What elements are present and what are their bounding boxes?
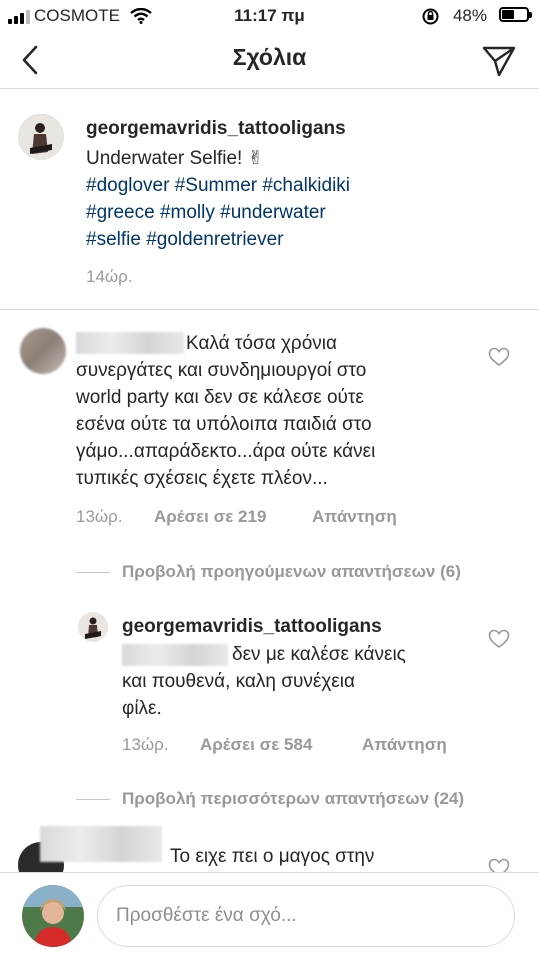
page-title: Σχόλια xyxy=(232,44,307,70)
likes-count[interactable]: Αρέσει σε 584 xyxy=(200,735,312,755)
view-more-replies-button[interactable]: Προβολή περισσότερων απαντήσεων (24) xyxy=(122,789,464,809)
caption-hashtags-3[interactable]: #selfie #goldenretriever xyxy=(86,226,284,253)
reply-text-line: φίλε. xyxy=(122,698,162,719)
reply-button[interactable]: Απάντηση xyxy=(362,735,447,755)
reply-button[interactable]: Απάντηση xyxy=(312,507,397,527)
avatar[interactable] xyxy=(78,612,108,642)
redacted-username xyxy=(76,332,184,354)
caption-text: Underwater Selfie! ✌ xyxy=(86,148,264,169)
heart-icon[interactable] xyxy=(488,347,510,367)
comment-text-line: γάμο...απαράδεκτο...άρα ούτε κάνει xyxy=(76,441,376,462)
thread-line xyxy=(76,572,110,573)
comment-time: 13ώρ. xyxy=(76,507,123,526)
battery-fill xyxy=(502,10,514,19)
paper-plane-icon[interactable] xyxy=(481,44,517,78)
comment-text-line: world party και δεν σε κάλεσε ούτε xyxy=(76,387,364,408)
comment-text-line: συνεργάτες και συνδημιουργοί στο xyxy=(76,360,367,381)
battery-percent: 48% xyxy=(452,6,487,25)
caption-time: 14ώρ. xyxy=(86,267,133,286)
heart-icon[interactable] xyxy=(488,629,510,649)
divider xyxy=(0,309,539,310)
likes-count[interactable]: Αρέσει σε 219 xyxy=(154,507,266,527)
reply-username[interactable]: georgemavridis_tattooligans xyxy=(122,616,382,638)
comment-text-line: Το ειχε πει ο μαγος στην xyxy=(170,846,375,867)
comment-text-line: εσένα ούτε τα υπόλοιπα παιδιά στο xyxy=(76,414,372,435)
caption-hashtags-1[interactable]: #doglover #Summer #chalkidiki xyxy=(86,172,350,199)
reply-time: 13ώρ. xyxy=(122,735,169,754)
orientation-lock-icon xyxy=(422,8,439,25)
caption-username[interactable]: georgemavridis_tattooligans xyxy=(86,118,346,140)
avatar xyxy=(22,885,84,947)
redacted-username xyxy=(40,826,162,862)
comment-composer xyxy=(0,872,539,961)
redacted-mention xyxy=(122,644,228,666)
reply-text-line: δεν με καλέσε κάνεις xyxy=(232,644,406,665)
comment-input[interactable] xyxy=(97,885,515,947)
comment-text-line: τυπικές σχέσεις έχετε πλέον... xyxy=(76,468,328,489)
view-previous-replies-button[interactable]: Προβολή προηγούμενων απαντήσεων (6) xyxy=(122,562,461,582)
status-bar: COSMOTE 11:17 πμ 48% xyxy=(0,0,539,32)
comment-text-line: Καλά τόσα χρόνια xyxy=(186,333,338,354)
avatar[interactable] xyxy=(18,114,64,160)
header: Σχόλια xyxy=(0,32,539,89)
battery-icon xyxy=(499,7,532,22)
reply-text-line: και πουθενά, καλη συνέχεια xyxy=(122,671,355,692)
avatar[interactable] xyxy=(20,328,66,374)
caption-hashtags-2[interactable]: #greece #molly #underwater xyxy=(86,199,326,226)
thread-line xyxy=(76,799,110,800)
